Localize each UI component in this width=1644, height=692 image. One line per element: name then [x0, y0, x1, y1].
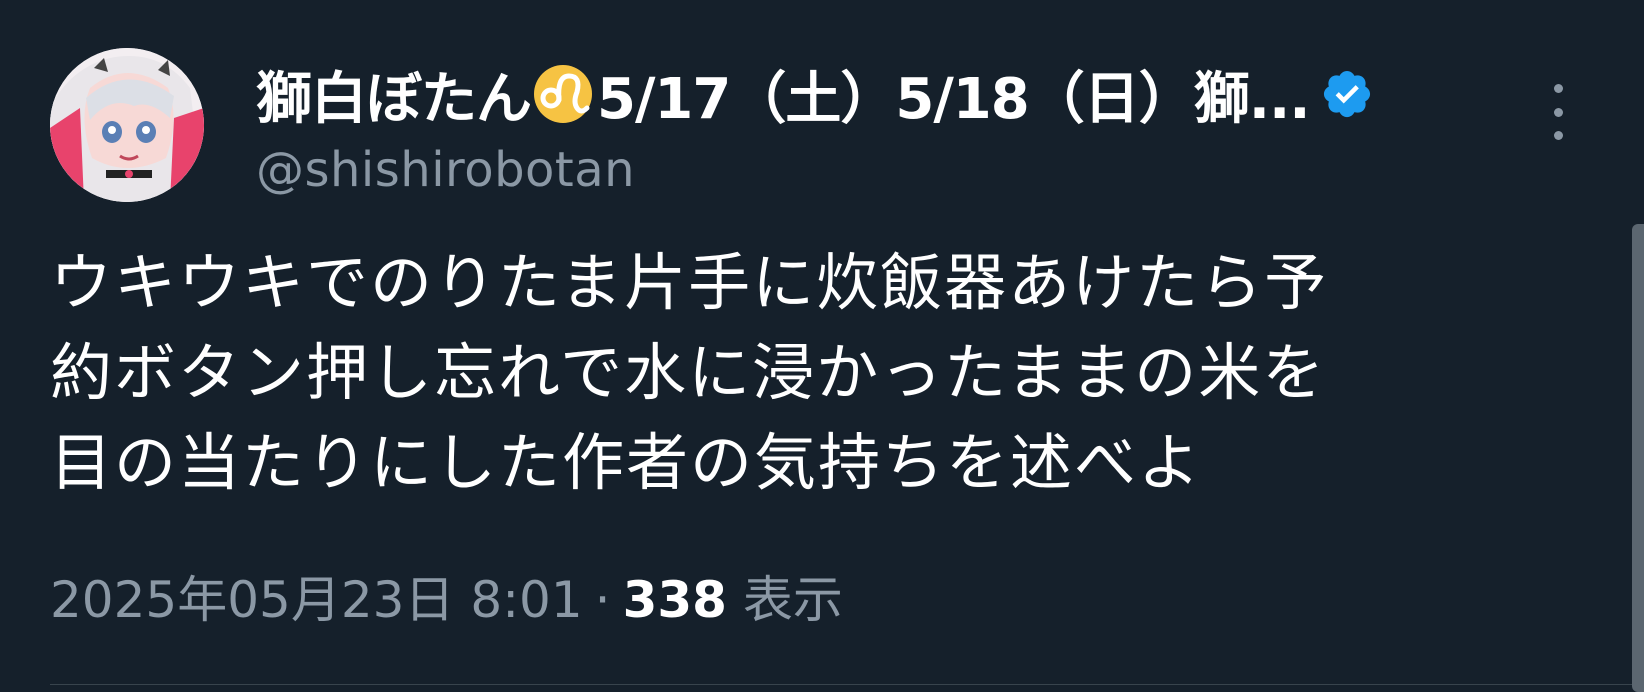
- tweet-meta: 2025年05月23日 8:01 · 338 表示: [50, 560, 843, 632]
- verified-badge-icon: [1323, 70, 1370, 118]
- anime-avatar-icon: [50, 48, 204, 202]
- author-handle[interactable]: @shishirobotan: [256, 142, 1506, 198]
- scrollbar[interactable]: [1632, 224, 1644, 692]
- tweet-text-line: 約ボタン押し忘れで水に浸かったままの米を: [50, 336, 1327, 409]
- tweet-text: ウキウキでのりたま片手に炊飯器あけたら予 約ボタン押し忘れで水に浸かったままの米…: [50, 238, 1550, 508]
- author-name-row[interactable]: 獅白ぼたん 5/17（土）5/18（日）獅...: [256, 54, 1506, 134]
- more-options-button[interactable]: [1543, 84, 1573, 140]
- tweet-timestamp[interactable]: 2025年05月23日 8:01: [50, 571, 583, 629]
- tweet-text-line: ウキウキでのりたま片手に炊飯器あけたら予: [50, 246, 1329, 319]
- vertical-ellipsis-icon: [1553, 84, 1563, 93]
- author-name-suffix[interactable]: 5/17（土）5/18（日）獅...: [597, 54, 1311, 135]
- tweet-header: 獅白ぼたん 5/17（土）5/18（日）獅... @shishirobotan: [50, 48, 1610, 208]
- author-avatar[interactable]: [50, 48, 204, 202]
- tweet-card: 獅白ぼたん 5/17（土）5/18（日）獅... @shishirobotan: [0, 0, 1644, 692]
- views-label: 表示: [742, 571, 843, 629]
- tweet-text-line: 目の当たりにした作者の気持ちを述べよ: [50, 426, 1203, 499]
- meta-separator: ·: [594, 571, 611, 629]
- leo-zodiac-icon: [534, 65, 592, 123]
- author-info: 獅白ぼたん 5/17（土）5/18（日）獅... @shishirobotan: [256, 54, 1506, 198]
- screen: 獅白ぼたん 5/17（土）5/18（日）獅... @shishirobotan: [0, 0, 1644, 692]
- divider: [50, 684, 1644, 685]
- views-count[interactable]: 338: [623, 571, 727, 629]
- author-display-name[interactable]: 獅白ぼたん: [256, 54, 532, 135]
